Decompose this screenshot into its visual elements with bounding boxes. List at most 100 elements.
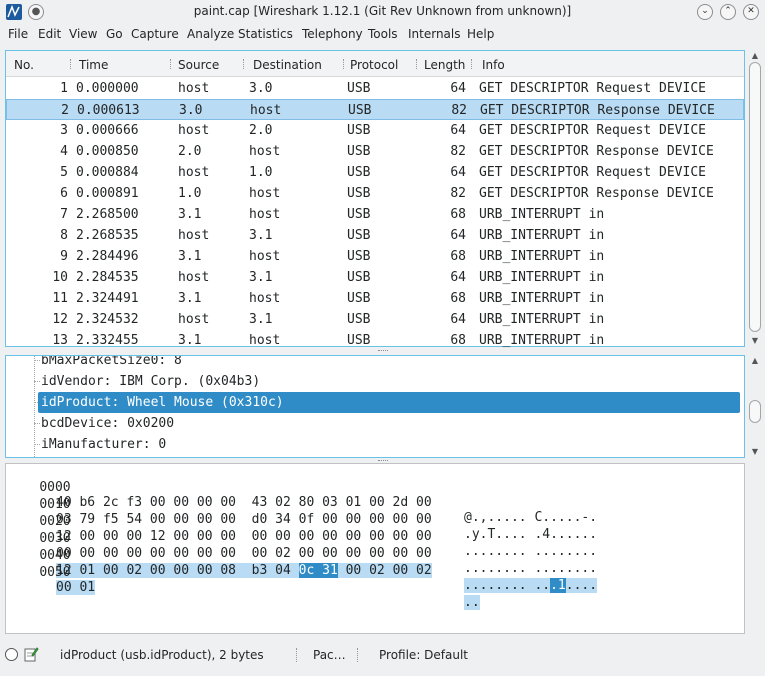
packet-row[interactable]: 9 2.284496 3.1 host USB 68 URB_INTERRUPT in xyxy=(6,246,744,267)
status-profile[interactable]: Profile: Default xyxy=(379,648,468,662)
packet-row[interactable]: 10 2.284535 host 3.1 USB 64 URB_INTERRUPT in xyxy=(6,267,744,288)
packet-cell-no: 11 xyxy=(52,291,68,306)
packet-cell-dst: 3.0 xyxy=(249,81,273,96)
packet-row[interactable]: 11 2.324491 3.1 host USB 68 URB_INTERRUPT in xyxy=(6,288,744,309)
bytes-ascii-part: .... xyxy=(565,578,598,593)
menu-file[interactable]: File xyxy=(8,27,28,41)
scroll-down-arrow-icon[interactable]: ▼ xyxy=(748,335,762,347)
column-separator[interactable] xyxy=(343,59,344,69)
detail-row-bmaxpacketsize0[interactable]: bMaxPacketSize0: 8 xyxy=(41,356,743,371)
packet-bytes-pane[interactable]: 0000 40 b6 2c f3 00 00 00 00 43 02 80 03… xyxy=(5,463,745,634)
scroll-down-arrow-icon[interactable]: ▼ xyxy=(748,446,762,458)
bytes-hex[interactable]: 03 79 f5 54 00 00 00 00 d0 34 0f 00 00 0… xyxy=(56,512,432,527)
detail-row-bcddevice[interactable]: bcdDevice: 0x0200 xyxy=(41,413,743,434)
column-header-protocol[interactable]: Protocol xyxy=(350,58,398,72)
packet-row[interactable]: 12 2.324532 host 3.1 USB 64 URB_INTERRUPT in xyxy=(6,309,744,330)
menu-internals[interactable]: Internals xyxy=(408,27,461,41)
menu-help[interactable]: Help xyxy=(467,27,494,41)
packet-row[interactable]: 2 0.000613 3.0 host USB 82 GET DESCRIPTOR Resp… xyxy=(6,99,744,120)
menu-analyze[interactable]: Analyze xyxy=(187,27,234,41)
close-button[interactable]: ✕ xyxy=(743,4,759,20)
packet-details-tree[interactable]: bMaxPacketSize0: 8 idVendor: IBM Corp. (… xyxy=(5,355,745,458)
bytes-hex[interactable]: 12 00 00 00 12 00 00 00 00 00 00 00 00 0… xyxy=(56,529,432,544)
column-separator[interactable] xyxy=(416,59,417,69)
menu-tools[interactable]: Tools xyxy=(368,27,398,41)
packet-cell-proto: USB xyxy=(347,291,371,306)
detail-row-idvendor[interactable]: idVendor: IBM Corp. (0x04b3) xyxy=(41,371,743,392)
tree-branch xyxy=(34,381,40,382)
packet-cell-no: 3 xyxy=(60,123,68,138)
bytes-hex[interactable]: 00 00 00 00 00 00 00 00 00 02 00 00 00 0… xyxy=(56,546,432,561)
packet-cell-time: 0.000891 xyxy=(76,186,139,201)
packet-cell-info: GET DESCRIPTOR Response DEVICE xyxy=(479,144,714,159)
splitter-grip[interactable] xyxy=(378,460,388,462)
bytes-ascii[interactable]: .y.T.... .4...... xyxy=(464,527,597,542)
bytes-hex-part: 00 02 00 02 xyxy=(337,563,432,578)
packet-row[interactable]: 3 0.000666 host 2.0 USB 64 GET DESCRIPTOR Requ… xyxy=(6,120,744,141)
column-header-destination[interactable]: Destination xyxy=(253,58,322,72)
packet-row[interactable]: 1 0.000000 host 3.0 USB 64 GET DESCRIPTOR Requ… xyxy=(6,78,744,99)
packet-cell-proto: USB xyxy=(347,165,371,180)
packet-list-scrollbar[interactable]: ▲ ▼ xyxy=(748,50,762,347)
details-scrollbar[interactable]: ▲ ▼ xyxy=(748,355,762,458)
scrollbar-thumb[interactable] xyxy=(749,400,761,423)
column-separator[interactable] xyxy=(471,59,472,69)
menu-statistics[interactable]: Statistics xyxy=(238,27,293,41)
expert-info-icon[interactable] xyxy=(5,648,18,661)
packet-cell-dst: 3.1 xyxy=(249,228,273,243)
scroll-up-arrow-icon[interactable]: ▲ xyxy=(748,355,762,367)
minimize-button[interactable]: ⌄ xyxy=(697,4,713,20)
bytes-ascii[interactable]: ........ ........ xyxy=(464,544,597,559)
bytes-ascii-selected: .1 xyxy=(550,578,566,593)
status-separator[interactable] xyxy=(357,648,358,662)
packet-cell-dst: host xyxy=(249,207,281,222)
maximize-button[interactable]: ⌃ xyxy=(720,4,736,20)
scrollbar-thumb[interactable] xyxy=(749,62,761,332)
column-separator[interactable] xyxy=(243,59,244,69)
menu-go[interactable]: Go xyxy=(106,27,123,41)
packet-cell-dst: host xyxy=(249,291,281,306)
column-separator[interactable] xyxy=(70,59,71,69)
packet-cell-dst: host xyxy=(249,186,281,201)
packet-cell-len: 64 xyxy=(450,165,466,180)
packet-cell-info: GET DESCRIPTOR Request DEVICE xyxy=(479,123,706,138)
packet-cell-proto: USB xyxy=(347,333,371,348)
bytes-hex[interactable]: 00 01 xyxy=(56,580,96,595)
menu-view[interactable]: View xyxy=(69,27,97,41)
column-header-no[interactable]: No. xyxy=(14,58,34,72)
menu-capture[interactable]: Capture xyxy=(131,27,179,41)
scroll-up-arrow-icon[interactable]: ▲ xyxy=(748,50,762,62)
menu-edit[interactable]: Edit xyxy=(38,27,61,41)
splitter-grip[interactable] xyxy=(378,350,388,352)
bytes-hex[interactable]: 40 b6 2c f3 00 00 00 00 43 02 80 03 01 0… xyxy=(56,495,432,510)
column-header-source[interactable]: Source xyxy=(178,58,219,72)
column-header-time[interactable]: Time xyxy=(79,58,108,72)
packet-row[interactable]: 5 0.000884 host 1.0 USB 64 GET DESCRIPTOR Requ… xyxy=(6,162,744,183)
column-separator[interactable] xyxy=(170,59,171,69)
status-separator[interactable] xyxy=(296,648,297,662)
packet-row[interactable]: 7 2.268500 3.1 host USB 68 URB_INTERRUPT in xyxy=(6,204,744,225)
packet-row[interactable]: 4 0.000850 2.0 host USB 82 GET DESCRIPTOR Resp… xyxy=(6,141,744,162)
bytes-ascii-highlight[interactable]: ........ ...1.... xyxy=(464,578,598,593)
packet-cell-info: GET DESCRIPTOR Request DEVICE xyxy=(479,81,706,96)
packet-list[interactable]: No. Time Source Destination Protocol Len… xyxy=(5,50,745,348)
packet-cell-time: 2.324532 xyxy=(76,312,139,327)
capture-comment-icon[interactable] xyxy=(23,646,39,662)
packet-row[interactable]: 8 2.268535 host 3.1 USB 64 URB_INTERRUPT in xyxy=(6,225,744,246)
column-header-info[interactable]: Info xyxy=(482,58,505,72)
bytes-hex-highlight[interactable]: 12 01 00 02 00 00 00 08 b3 04 0c 31 00 0… xyxy=(56,563,432,578)
packet-cell-time: 2.268500 xyxy=(76,207,139,222)
packet-cell-dst: 3.1 xyxy=(249,270,273,285)
bytes-ascii[interactable]: .. xyxy=(464,595,480,610)
maximize-icon: ⌃ xyxy=(724,6,732,16)
packet-row[interactable]: 6 0.000891 1.0 host USB 82 GET DESCRIPTOR Resp… xyxy=(6,183,744,204)
detail-row-idproduct[interactable]: idProduct: Wheel Mouse (0x310c) xyxy=(38,392,740,413)
detail-row-imanufacturer[interactable]: iManufacturer: 0 xyxy=(41,434,743,455)
menu-telephony[interactable]: Telephony xyxy=(302,27,363,41)
bytes-ascii[interactable]: @.,..... C.....-. xyxy=(464,510,597,525)
pane-splitter[interactable] xyxy=(0,348,765,354)
column-header-length[interactable]: Length xyxy=(424,58,465,72)
packet-cell-info: URB_INTERRUPT in xyxy=(479,291,605,306)
packet-cell-src: 1.0 xyxy=(178,186,202,201)
bytes-ascii[interactable]: ........ ........ xyxy=(464,561,597,576)
